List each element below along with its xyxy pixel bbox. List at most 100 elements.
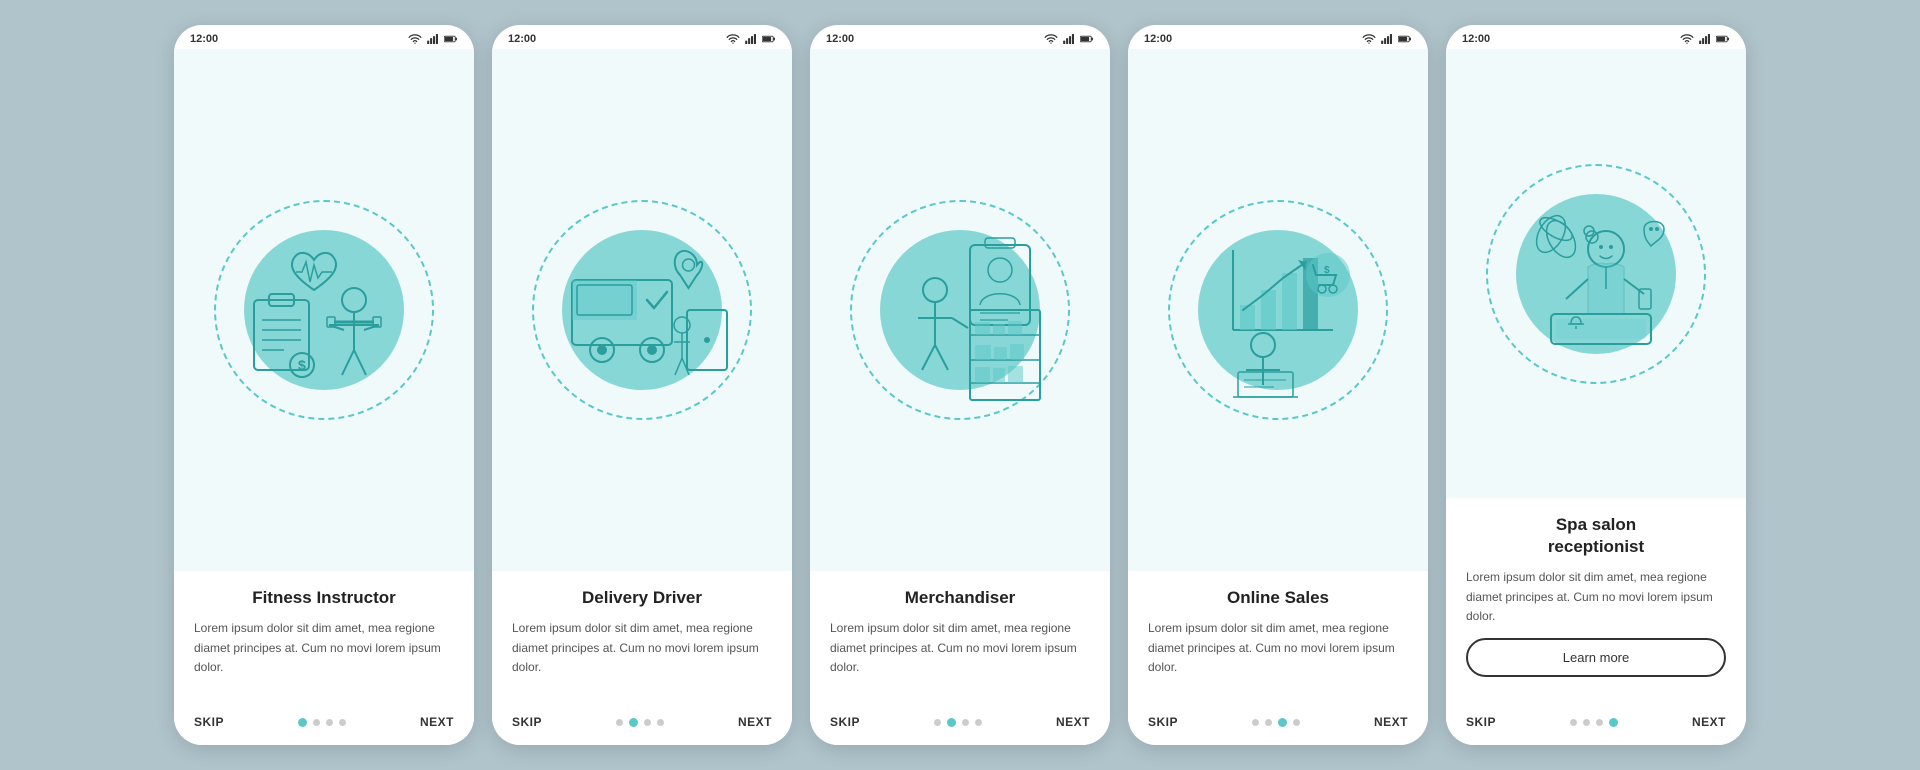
dot-3-4	[975, 719, 982, 726]
nav-dots-1	[298, 718, 346, 727]
battery-icon-1	[444, 34, 458, 44]
svg-text:$: $	[298, 357, 306, 373]
signal-icon-1	[426, 34, 440, 44]
signal-icon-5	[1698, 34, 1712, 44]
dot-4-2	[1265, 719, 1272, 726]
skip-button-5[interactable]: SKIP	[1466, 715, 1496, 729]
learn-more-button[interactable]: Learn more	[1466, 638, 1726, 677]
wifi-icon-5	[1680, 34, 1694, 44]
status-bar-2: 12:00	[492, 25, 792, 49]
nav-dots-4	[1252, 718, 1300, 727]
content-area-delivery: Delivery Driver Lorem ipsum dolor sit di…	[492, 571, 792, 705]
spa-illustration	[1496, 174, 1696, 374]
svg-text:$: $	[1324, 265, 1330, 276]
content-area-online-sales: Online Sales Lorem ipsum dolor sit dim a…	[1128, 571, 1428, 705]
merchandiser-illustration	[860, 210, 1060, 410]
dot-2-3	[644, 719, 651, 726]
dot-3-1	[934, 719, 941, 726]
screen-title-3: Merchandiser	[830, 587, 1090, 609]
status-icons-1	[408, 34, 458, 44]
content-area-merchandiser: Merchandiser Lorem ipsum dolor sit dim a…	[810, 571, 1110, 705]
dot-2-2	[629, 718, 638, 727]
dot-4-1	[1252, 719, 1259, 726]
delivery-illustration	[542, 210, 742, 410]
signal-icon-2	[744, 34, 758, 44]
dot-1-1	[298, 718, 307, 727]
screen-title-5: Spa salon receptionist	[1466, 514, 1726, 558]
status-time-1: 12:00	[190, 33, 218, 45]
wifi-icon-3	[1044, 34, 1058, 44]
nav-dots-3	[934, 718, 982, 727]
screen-desc-3: Lorem ipsum dolor sit dim amet, mea regi…	[830, 619, 1090, 677]
status-icons-2	[726, 34, 776, 44]
skip-button-2[interactable]: SKIP	[512, 715, 542, 729]
nav-area-5: SKIP NEXT	[1446, 705, 1746, 745]
screen-title-2: Delivery Driver	[512, 587, 772, 609]
content-area-spa: Spa salon receptionist Lorem ipsum dolor…	[1446, 498, 1746, 705]
online-sales-illustration: $	[1178, 210, 1378, 410]
nav-dots-2	[616, 718, 664, 727]
status-icons-4	[1362, 34, 1412, 44]
battery-icon-2	[762, 34, 776, 44]
status-bar-5: 12:00	[1446, 25, 1746, 49]
dot-4-3	[1278, 718, 1287, 727]
nav-dots-5	[1570, 718, 1618, 727]
dot-5-2	[1583, 719, 1590, 726]
next-button-5[interactable]: NEXT	[1692, 715, 1726, 729]
battery-icon-5	[1716, 34, 1730, 44]
next-button-2[interactable]: NEXT	[738, 715, 772, 729]
screen-desc-4: Lorem ipsum dolor sit dim amet, mea regi…	[1148, 619, 1408, 677]
phone-screen-online-sales: 12:00	[1128, 25, 1428, 745]
dot-5-1	[1570, 719, 1577, 726]
status-time-5: 12:00	[1462, 33, 1490, 45]
phone-screen-merchandiser: 12:00	[810, 25, 1110, 745]
dot-5-4	[1609, 718, 1618, 727]
screen-desc-5: Lorem ipsum dolor sit dim amet, mea regi…	[1466, 568, 1726, 626]
nav-area-3: SKIP NEXT	[810, 705, 1110, 745]
signal-icon-3	[1062, 34, 1076, 44]
nav-area-2: SKIP NEXT	[492, 705, 792, 745]
status-icons-3	[1044, 34, 1094, 44]
next-button-4[interactable]: NEXT	[1374, 715, 1408, 729]
phone-screen-delivery: 12:00	[492, 25, 792, 745]
illustration-area-delivery	[492, 49, 792, 571]
dot-1-4	[339, 719, 346, 726]
nav-area-4: SKIP NEXT	[1128, 705, 1428, 745]
nav-area-1: SKIP NEXT	[174, 705, 474, 745]
screen-desc-1: Lorem ipsum dolor sit dim amet, mea regi…	[194, 619, 454, 677]
status-bar-4: 12:00	[1128, 25, 1428, 49]
skip-button-1[interactable]: SKIP	[194, 715, 224, 729]
wifi-icon-4	[1362, 34, 1376, 44]
illustration-area-fitness: $	[174, 49, 474, 571]
skip-button-4[interactable]: SKIP	[1148, 715, 1178, 729]
content-area-fitness: Fitness Instructor Lorem ipsum dolor sit…	[174, 571, 474, 705]
illustration-area-online-sales: $	[1128, 49, 1428, 571]
status-time-2: 12:00	[508, 33, 536, 45]
wifi-icon-2	[726, 34, 740, 44]
illustration-area-merchandiser	[810, 49, 1110, 571]
status-bar-1: 12:00	[174, 25, 474, 49]
battery-icon-3	[1080, 34, 1094, 44]
dot-2-4	[657, 719, 664, 726]
phone-screen-fitness: 12:00	[174, 25, 474, 745]
dot-3-3	[962, 719, 969, 726]
next-button-3[interactable]: NEXT	[1056, 715, 1090, 729]
dot-4-4	[1293, 719, 1300, 726]
screen-title-1: Fitness Instructor	[194, 587, 454, 609]
fitness-illustration: $	[224, 210, 424, 410]
dot-3-2	[947, 718, 956, 727]
dot-1-3	[326, 719, 333, 726]
status-icons-5	[1680, 34, 1730, 44]
wifi-icon-1	[408, 34, 422, 44]
screens-container: 12:00	[174, 25, 1746, 745]
battery-icon-4	[1398, 34, 1412, 44]
screen-title-4: Online Sales	[1148, 587, 1408, 609]
dot-2-1	[616, 719, 623, 726]
signal-icon-4	[1380, 34, 1394, 44]
dot-5-3	[1596, 719, 1603, 726]
status-time-3: 12:00	[826, 33, 854, 45]
skip-button-3[interactable]: SKIP	[830, 715, 860, 729]
status-bar-3: 12:00	[810, 25, 1110, 49]
next-button-1[interactable]: NEXT	[420, 715, 454, 729]
screen-desc-2: Lorem ipsum dolor sit dim amet, mea regi…	[512, 619, 772, 677]
